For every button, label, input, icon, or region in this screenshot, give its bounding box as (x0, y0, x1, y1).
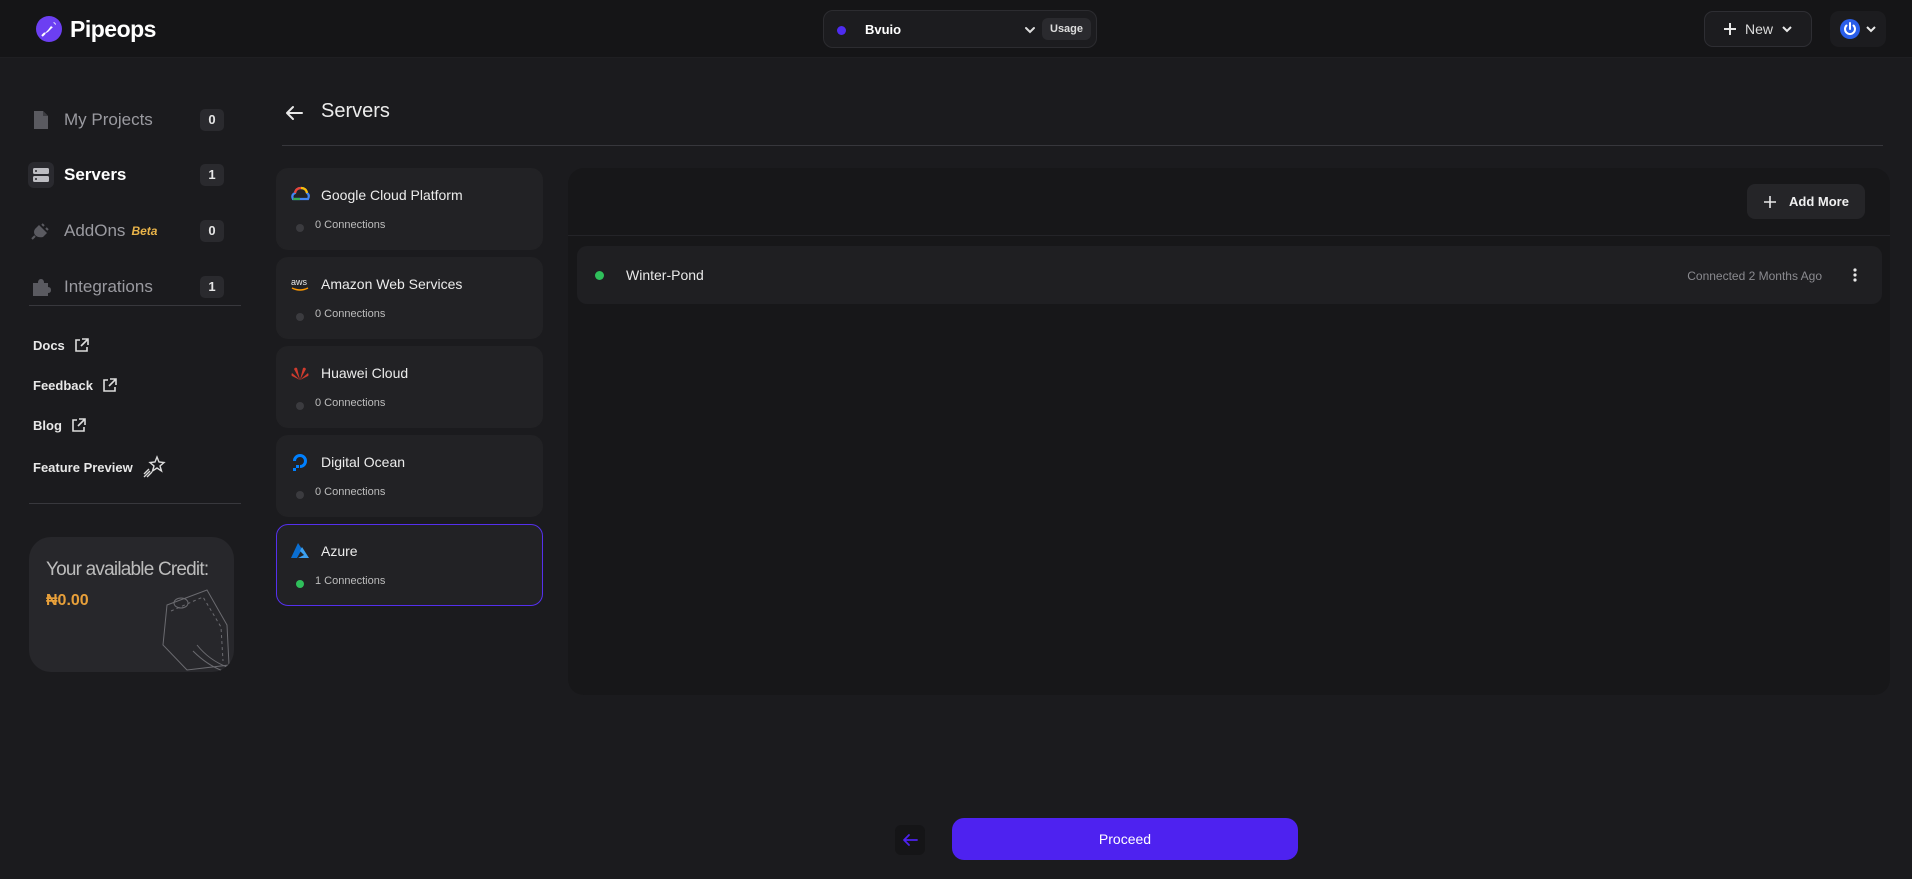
shooting-star-icon (143, 455, 166, 478)
server-row[interactable]: Winter-Pond Connected 2 Months Ago (577, 246, 1882, 304)
status-dot (296, 491, 304, 499)
new-button-label: New (1744, 21, 1773, 37)
svg-text:aws: aws (291, 277, 308, 287)
more-options-icon[interactable] (1852, 267, 1858, 283)
provider-name: Amazon Web Services (321, 276, 463, 292)
provider-card-azure[interactable]: Azure 1 Connections (276, 524, 543, 606)
sidebar-item-my-projects[interactable]: My Projects 0 (28, 102, 228, 138)
status-dot (296, 580, 304, 588)
page-title: Servers (321, 100, 390, 122)
sidebar-item-label: AddOns (64, 221, 126, 240)
external-link-icon (72, 418, 86, 432)
servers-panel: Add More Winter-Pond Connected 2 Months … (568, 168, 1890, 695)
provider-connections: 1 Connections (315, 575, 386, 587)
workspace-dot (837, 26, 846, 35)
plug-icon (28, 218, 54, 244)
provider-card-huawei[interactable]: Huawei Cloud 0 Connections (276, 346, 543, 428)
sidebar-item-label: Servers (64, 165, 127, 184)
chevron-down-icon (1866, 26, 1876, 33)
count-badge: 0 (200, 109, 224, 131)
account-menu-button[interactable] (1830, 11, 1886, 47)
chevron-down-icon (1782, 26, 1792, 33)
provider-card-aws[interactable]: aws Amazon Web Services 0 Connections (276, 257, 543, 339)
sidebar: My Projects 0 Servers 1 AddOns Beta 0 In… (0, 58, 241, 879)
sidebar-item-addons[interactable]: AddOns Beta 0 (28, 213, 228, 249)
puzzle-icon (28, 274, 54, 300)
feature-preview-label: Feature Preview (33, 459, 133, 475)
add-more-button[interactable]: Add More (1747, 184, 1865, 219)
app-logo[interactable]: Pipeops (34, 14, 156, 44)
plus-icon (1764, 195, 1777, 208)
digitalocean-icon (293, 454, 307, 471)
count-badge: 1 (200, 276, 224, 298)
credit-card: Your available Credit: ₦0.00 (29, 537, 234, 672)
add-more-label: Add More (1789, 194, 1849, 209)
provider-card-digital-ocean[interactable]: Digital Ocean 0 Connections (276, 435, 543, 517)
server-icon (28, 162, 54, 188)
sidebar-item-servers[interactable]: Servers 1 (28, 157, 228, 193)
online-status-dot (595, 271, 604, 280)
huawei-icon (291, 367, 309, 380)
provider-connections: 0 Connections (315, 219, 386, 231)
app-name: Pipeops (70, 15, 156, 42)
workspace-name: Bvuio (865, 22, 902, 37)
azure-icon (291, 543, 309, 558)
status-dot (296, 224, 304, 232)
sidebar-divider (29, 503, 241, 504)
docs-link[interactable]: Docs (33, 338, 89, 353)
new-button[interactable]: New (1704, 11, 1812, 47)
back-arrow-icon[interactable] (283, 102, 305, 124)
sidebar-divider (29, 305, 241, 306)
plus-icon (1723, 23, 1736, 35)
count-badge: 1 (200, 164, 224, 186)
chevron-down-icon[interactable] (1023, 23, 1037, 37)
workspace-selector[interactable]: Bvuio Usage (823, 10, 1097, 48)
back-arrow-icon (903, 834, 918, 846)
provider-name: Google Cloud Platform (321, 187, 463, 203)
footer-back-button[interactable] (895, 825, 925, 855)
sidebar-item-integrations[interactable]: Integrations 1 (28, 269, 228, 305)
provider-name: Digital Ocean (321, 454, 406, 470)
credit-title: Your available Credit: (46, 559, 209, 580)
blog-link[interactable]: Blog (33, 418, 86, 433)
beta-badge: Beta (131, 224, 158, 238)
docs-link-label: Docs (33, 338, 65, 353)
feedback-link-label: Feedback (33, 378, 93, 393)
header-divider (282, 145, 1883, 146)
top-bar: Pipeops Bvuio Usage New (0, 0, 1912, 58)
power-icon (1840, 19, 1860, 39)
gcp-icon (291, 186, 310, 201)
external-link-icon (103, 378, 117, 392)
blog-link-label: Blog (33, 418, 62, 433)
credit-value: ₦0.00 (46, 592, 89, 609)
aws-icon: aws (291, 277, 309, 291)
provider-connections: 0 Connections (315, 486, 386, 498)
status-dot (296, 313, 304, 321)
sidebar-item-label: Integrations (64, 277, 153, 296)
feature-preview-link[interactable]: Feature Preview (33, 455, 166, 479)
proceed-button[interactable]: Proceed (952, 818, 1298, 860)
file-icon (28, 107, 54, 133)
panel-divider (568, 235, 1890, 236)
external-link-icon (74, 338, 89, 352)
rocket-logo-icon (36, 16, 62, 42)
wallet-illustration-icon (162, 589, 230, 672)
sidebar-item-label: My Projects (64, 110, 153, 129)
usage-button[interactable]: Usage (1042, 18, 1092, 40)
provider-connections: 0 Connections (315, 397, 386, 409)
provider-card-google-cloud[interactable]: Google Cloud Platform 0 Connections (276, 168, 543, 250)
provider-name: Azure (321, 543, 358, 559)
status-dot (296, 402, 304, 410)
server-status: Connected 2 Months Ago (1687, 269, 1822, 283)
server-name: Winter-Pond (626, 267, 704, 283)
count-badge: 0 (200, 220, 224, 242)
feedback-link[interactable]: Feedback (33, 378, 117, 393)
provider-name: Huawei Cloud (321, 365, 409, 381)
provider-connections: 0 Connections (315, 308, 386, 320)
